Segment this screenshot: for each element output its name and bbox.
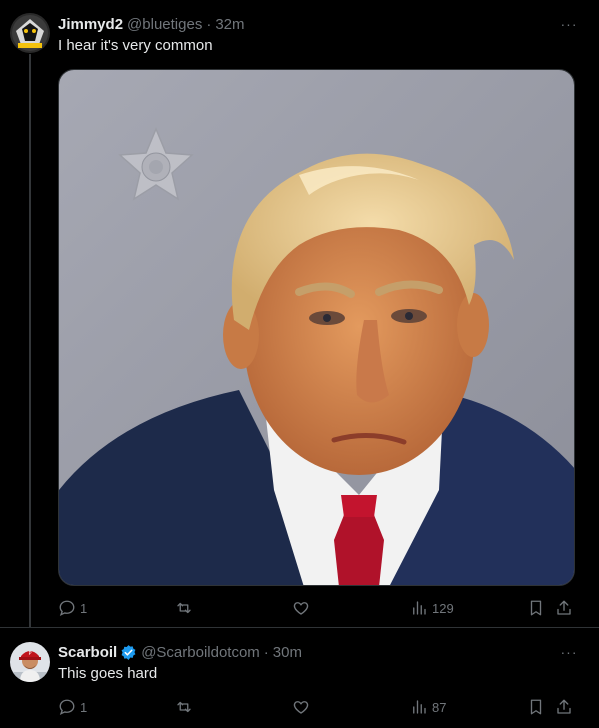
tweet-media-image[interactable]: [58, 69, 575, 586]
more-options-icon[interactable]: ···: [559, 14, 579, 34]
separator-dot: ·: [206, 15, 212, 33]
bookmark-icon: [530, 600, 542, 616]
display-name[interactable]: Jimmyd2: [58, 16, 123, 33]
tweet-text: This goes hard: [58, 665, 158, 682]
svg-text:P: P: [28, 651, 31, 657]
views-button[interactable]: 129: [410, 598, 454, 618]
heart-icon: [293, 602, 309, 615]
like-button[interactable]: [292, 598, 314, 618]
analytics-icon: [413, 700, 426, 714]
tweet-header: Jimmyd2 @bluetiges · 32m: [58, 14, 245, 34]
reply-icon: [59, 600, 75, 617]
tweet-actions: 1 87: [58, 697, 578, 717]
heart-icon: [293, 701, 309, 714]
analytics-icon: [413, 601, 426, 615]
reply-button[interactable]: 1: [58, 697, 87, 717]
display-name[interactable]: Scarboil: [58, 644, 117, 661]
timestamp[interactable]: 30m: [273, 644, 302, 661]
share-button[interactable]: [555, 598, 573, 618]
reply-count: 1: [80, 699, 88, 715]
repost-button[interactable]: [175, 697, 197, 717]
tweet[interactable]: Jimmyd2 @bluetiges · 32m ··· I hear it's…: [0, 0, 599, 627]
timestamp[interactable]: 32m: [215, 16, 244, 33]
repost-icon: [177, 701, 191, 713]
bookmark-icon: [530, 699, 542, 715]
reply-count: 1: [80, 600, 88, 616]
share-icon: [557, 600, 571, 615]
avatar[interactable]: [10, 13, 50, 53]
share-icon: [557, 699, 571, 714]
bookmark-button[interactable]: [527, 598, 545, 618]
view-count: 129: [432, 600, 454, 616]
repost-icon: [177, 602, 191, 614]
tweet-text: I hear it's very common: [58, 37, 213, 54]
separator-dot: ·: [263, 643, 269, 661]
avatar[interactable]: P: [10, 642, 50, 682]
more-options-icon[interactable]: ···: [559, 642, 579, 662]
view-count: 87: [432, 699, 447, 715]
user-handle[interactable]: @bluetiges: [127, 16, 202, 33]
tweet-header: Scarboil @Scarboildotcom · 30m: [58, 642, 302, 662]
bookmark-button[interactable]: [527, 697, 545, 717]
reply-icon: [59, 699, 75, 716]
tweet-actions: 1 129: [58, 598, 578, 618]
verified-badge-icon: [120, 644, 137, 661]
repost-button[interactable]: [175, 598, 197, 618]
share-button[interactable]: [555, 697, 573, 717]
thread-connector-line: [29, 54, 31, 627]
views-button[interactable]: 87: [410, 697, 446, 717]
tweet[interactable]: P Scarboil @Scarboildotcom · 30m ··· Thi…: [0, 627, 599, 728]
like-button[interactable]: [292, 697, 314, 717]
user-handle[interactable]: @Scarboildotcom: [141, 644, 260, 661]
reply-button[interactable]: 1: [58, 598, 87, 618]
